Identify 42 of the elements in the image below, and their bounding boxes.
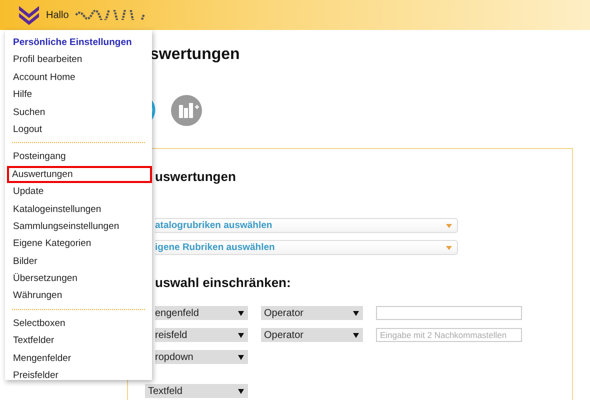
menu-item[interactable]: Profil bearbeiten xyxy=(5,51,152,69)
field-select[interactable]: engenfeld xyxy=(155,306,248,320)
filter-title: uswahl einschränken: xyxy=(155,275,292,290)
menu-item[interactable]: Eigene Kategorien xyxy=(5,235,152,253)
field-select[interactable]: reisfeld xyxy=(155,328,248,342)
panel-title: uswertungen xyxy=(155,169,237,184)
menu-item[interactable]: Mengenfelder xyxy=(5,350,152,368)
page-title: swertungen xyxy=(150,46,241,64)
caret-icon xyxy=(238,332,244,338)
menu-item[interactable]: Update xyxy=(5,183,152,201)
menu-item[interactable]: Katalogeinstellungen xyxy=(5,200,152,218)
menu-item[interactable]: Selectboxen xyxy=(5,314,152,332)
caret-icon xyxy=(353,310,359,316)
menu-item[interactable]: Posteingang xyxy=(5,148,152,166)
menu-item[interactable]: Logout xyxy=(5,120,152,138)
logo-icon xyxy=(18,5,40,25)
caret-icon xyxy=(238,310,244,316)
operator-select[interactable]: Operator xyxy=(261,306,363,320)
menu-item[interactable]: Auswertungen xyxy=(7,166,152,184)
menu-item[interactable]: Preisfelder xyxy=(5,367,152,384)
operator-select[interactable]: Operator xyxy=(261,328,363,342)
menu-item[interactable]: Währungen xyxy=(5,287,152,305)
menu-item[interactable]: Übersetzungen xyxy=(5,270,152,288)
chart-add-icon[interactable] xyxy=(171,94,202,126)
input-field[interactable]: Eingabe mit 2 Nachkommastellen xyxy=(376,328,522,342)
greeting-text: Hallo xyxy=(46,10,69,20)
menu-header[interactable]: Persönliche Einstellungen xyxy=(5,34,152,52)
field-select[interactable]: ropdown xyxy=(155,350,248,364)
field-select[interactable]: Textfeld xyxy=(145,384,248,398)
menu-item[interactable]: Suchen xyxy=(5,104,152,121)
caret-icon xyxy=(238,388,244,394)
input-field[interactable] xyxy=(376,306,522,320)
menu-item[interactable]: Hilfe xyxy=(5,86,152,104)
redaction-drawing xyxy=(74,10,145,20)
caret-icon xyxy=(353,332,359,338)
menu-item[interactable]: Sammlungseinstellungen xyxy=(5,218,152,236)
caret-icon xyxy=(238,354,244,360)
menu-item[interactable]: Textfelder xyxy=(5,332,152,350)
menu-item[interactable]: Bilder xyxy=(5,252,152,270)
caret-icon xyxy=(446,224,452,228)
caret-icon xyxy=(446,246,452,250)
menu-item[interactable]: Account Home xyxy=(5,68,152,86)
